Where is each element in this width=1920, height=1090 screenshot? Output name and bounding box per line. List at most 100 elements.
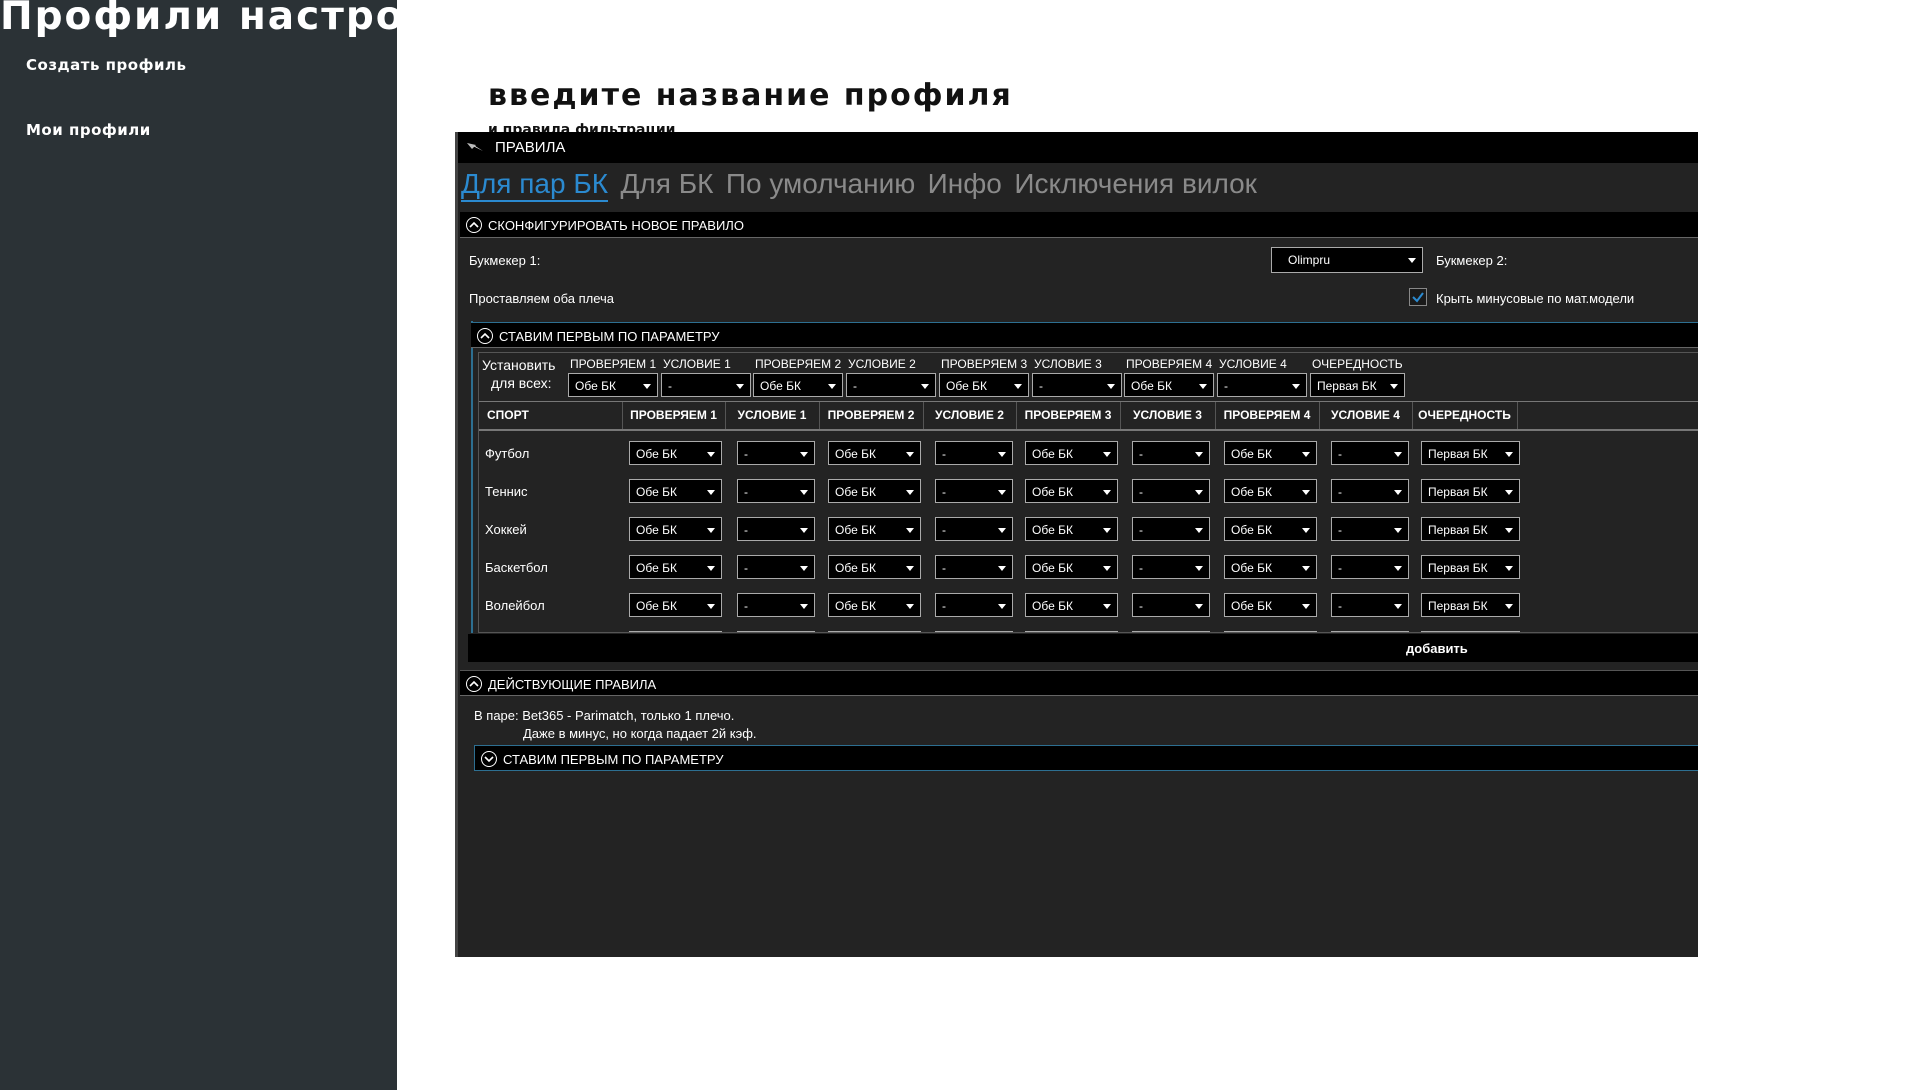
set-all-select[interactable]: Обе БК xyxy=(939,373,1029,397)
grid-select[interactable]: - xyxy=(737,441,815,465)
grid-select[interactable]: Обе БК xyxy=(629,441,722,465)
set-all-select[interactable]: - xyxy=(846,373,936,397)
grid-select[interactable]: - xyxy=(935,479,1013,503)
grid-select[interactable]: Обе БК xyxy=(1025,593,1118,617)
set-all-select-value: Обе БК xyxy=(1131,379,1172,393)
grid-select[interactable]: - xyxy=(935,441,1013,465)
grid-column-header[interactable]: УСЛОВИЕ 1 xyxy=(725,408,819,422)
grid-select[interactable]: - xyxy=(1132,479,1210,503)
grid-select[interactable]: - xyxy=(1132,441,1210,465)
grid-select[interactable]: Первая БК xyxy=(1421,479,1520,503)
collapse-icon[interactable] xyxy=(466,217,482,233)
grid-select[interactable]: - xyxy=(737,593,815,617)
column-divider xyxy=(1215,402,1216,429)
grid-select[interactable]: Первая БК xyxy=(1421,555,1520,579)
grid-select[interactable]: Первая БК xyxy=(1421,517,1520,541)
grid-column-header[interactable]: УСЛОВИЕ 2 xyxy=(923,408,1016,422)
set-all-select[interactable]: Первая БК xyxy=(1310,373,1405,397)
grid-select-partial[interactable] xyxy=(935,631,1013,632)
grid-select[interactable]: - xyxy=(1331,555,1409,579)
set-all-select[interactable]: Обе БК xyxy=(568,373,658,397)
grid-column-header[interactable]: УСЛОВИЕ 3 xyxy=(1120,408,1215,422)
my-profiles-link[interactable]: Мои профили xyxy=(26,121,151,139)
grid-select-partial[interactable] xyxy=(1224,631,1317,632)
grid-select-partial[interactable] xyxy=(629,631,722,632)
grid-select-partial[interactable] xyxy=(1421,631,1520,632)
grid-select[interactable]: Обе БК xyxy=(1025,441,1118,465)
profile-name-heading[interactable]: введите название профиля xyxy=(488,78,1013,113)
grid-select[interactable]: Обе БК xyxy=(629,479,722,503)
set-all-select[interactable]: - xyxy=(1217,373,1307,397)
tab-default[interactable]: По умолчанию xyxy=(726,168,915,200)
set-all-label-1: Установить xyxy=(482,357,556,373)
set-all-select[interactable]: Обе БК xyxy=(1124,373,1214,397)
grid-select[interactable]: Обе БК xyxy=(629,593,722,617)
grid-select[interactable]: - xyxy=(1132,555,1210,579)
grid-select[interactable]: Обе БК xyxy=(828,517,921,541)
tab-info[interactable]: Инфо xyxy=(928,168,1002,200)
grid-select-partial[interactable] xyxy=(1132,631,1210,632)
grid-column-header[interactable]: ПРОВЕРЯЕМ 2 xyxy=(819,408,923,422)
grid-select[interactable]: - xyxy=(1132,517,1210,541)
grid-select[interactable]: - xyxy=(935,593,1013,617)
set-all-select-value: Первая БК xyxy=(1317,379,1377,393)
grid-select[interactable]: Первая БК xyxy=(1421,441,1520,465)
active-first-by-param-header[interactable]: СТАВИМ ПЕРВЫМ ПО ПАРАМЕТРУ xyxy=(474,745,1698,771)
grid-select[interactable]: - xyxy=(1331,479,1409,503)
grid-column-header[interactable]: ПРОВЕРЯЕМ 4 xyxy=(1215,408,1319,422)
set-all-header: ПРОВЕРЯЕМ 2 xyxy=(755,357,842,371)
column-divider xyxy=(1120,402,1121,429)
grid-select[interactable]: - xyxy=(1132,593,1210,617)
grid-select-partial[interactable] xyxy=(828,631,921,632)
grid-select-partial[interactable] xyxy=(1331,631,1409,632)
add-button[interactable]: добавить xyxy=(1406,641,1468,656)
grid-select-value: Обе БК xyxy=(835,523,876,537)
set-all-select[interactable]: - xyxy=(1032,373,1122,397)
bookmaker1-select[interactable]: Olimpru xyxy=(1271,247,1423,273)
tab-bk[interactable]: Для БК xyxy=(620,168,713,200)
grid-column-header[interactable]: ПРОВЕРЯЕМ 3 xyxy=(1016,408,1120,422)
grid-select[interactable]: Обе БК xyxy=(629,517,722,541)
grid-select[interactable]: Обе БК xyxy=(828,593,921,617)
grid-select[interactable]: Обе БК xyxy=(1025,517,1118,541)
grid-select[interactable]: Обе БК xyxy=(1224,441,1317,465)
grid-column-header[interactable]: СПОРТ xyxy=(487,408,529,422)
grid-select[interactable]: - xyxy=(737,517,815,541)
grid-select[interactable]: - xyxy=(935,555,1013,579)
set-all-select[interactable]: - xyxy=(661,373,751,397)
grid-select[interactable]: Обе БК xyxy=(1025,479,1118,503)
grid-select[interactable]: - xyxy=(1331,441,1409,465)
grid-select[interactable]: Первая БК xyxy=(1421,593,1520,617)
grid-select[interactable]: Обе БК xyxy=(1224,517,1317,541)
grid-column-header[interactable]: УСЛОВИЕ 4 xyxy=(1319,408,1412,422)
create-profile-link[interactable]: Создать профиль xyxy=(26,56,186,74)
grid-select[interactable]: - xyxy=(737,555,815,579)
expand-icon[interactable] xyxy=(481,751,497,767)
grid-select[interactable]: Обе БК xyxy=(1025,555,1118,579)
grid-select[interactable]: Обе БК xyxy=(828,441,921,465)
grid-select[interactable]: Обе БК xyxy=(1224,555,1317,579)
cover-minus-checkbox[interactable] xyxy=(1409,288,1427,306)
grid-select[interactable]: Обе БК xyxy=(828,555,921,579)
grid-select[interactable]: - xyxy=(1331,593,1409,617)
grid-select[interactable]: Обе БК xyxy=(1224,593,1317,617)
chevron-down-icon xyxy=(1103,452,1111,457)
grid-select[interactable]: Обе БК xyxy=(1224,479,1317,503)
active-rules-header[interactable]: ДЕЙСТВУЮЩИЕ ПРАВИЛА xyxy=(460,670,1698,696)
collapse-icon[interactable] xyxy=(477,328,493,344)
grid-select-partial[interactable] xyxy=(737,631,815,632)
first-by-param-header[interactable]: СТАВИМ ПЕРВЫМ ПО ПАРАМЕТРУ xyxy=(471,322,1698,348)
grid-select[interactable]: - xyxy=(1331,517,1409,541)
tab-bk-pairs[interactable]: Для пар БК xyxy=(461,168,609,202)
tab-arb-exceptions[interactable]: Исключения вилок xyxy=(1014,168,1257,200)
set-all-select[interactable]: Обе БК xyxy=(753,373,843,397)
grid-select-partial[interactable] xyxy=(1025,631,1118,632)
grid-select[interactable]: - xyxy=(935,517,1013,541)
new-rule-section-header[interactable]: СКОНФИГУРИРОВАТЬ НОВОЕ ПРАВИЛО xyxy=(460,212,1698,238)
grid-select[interactable]: Обе БК xyxy=(828,479,921,503)
grid-select[interactable]: - xyxy=(737,479,815,503)
grid-column-header[interactable]: ОЧЕРЕДНОСТЬ xyxy=(1412,408,1517,422)
grid-select[interactable]: Обе БК xyxy=(629,555,722,579)
grid-column-header[interactable]: ПРОВЕРЯЕМ 1 xyxy=(622,408,725,422)
collapse-icon[interactable] xyxy=(466,676,482,692)
